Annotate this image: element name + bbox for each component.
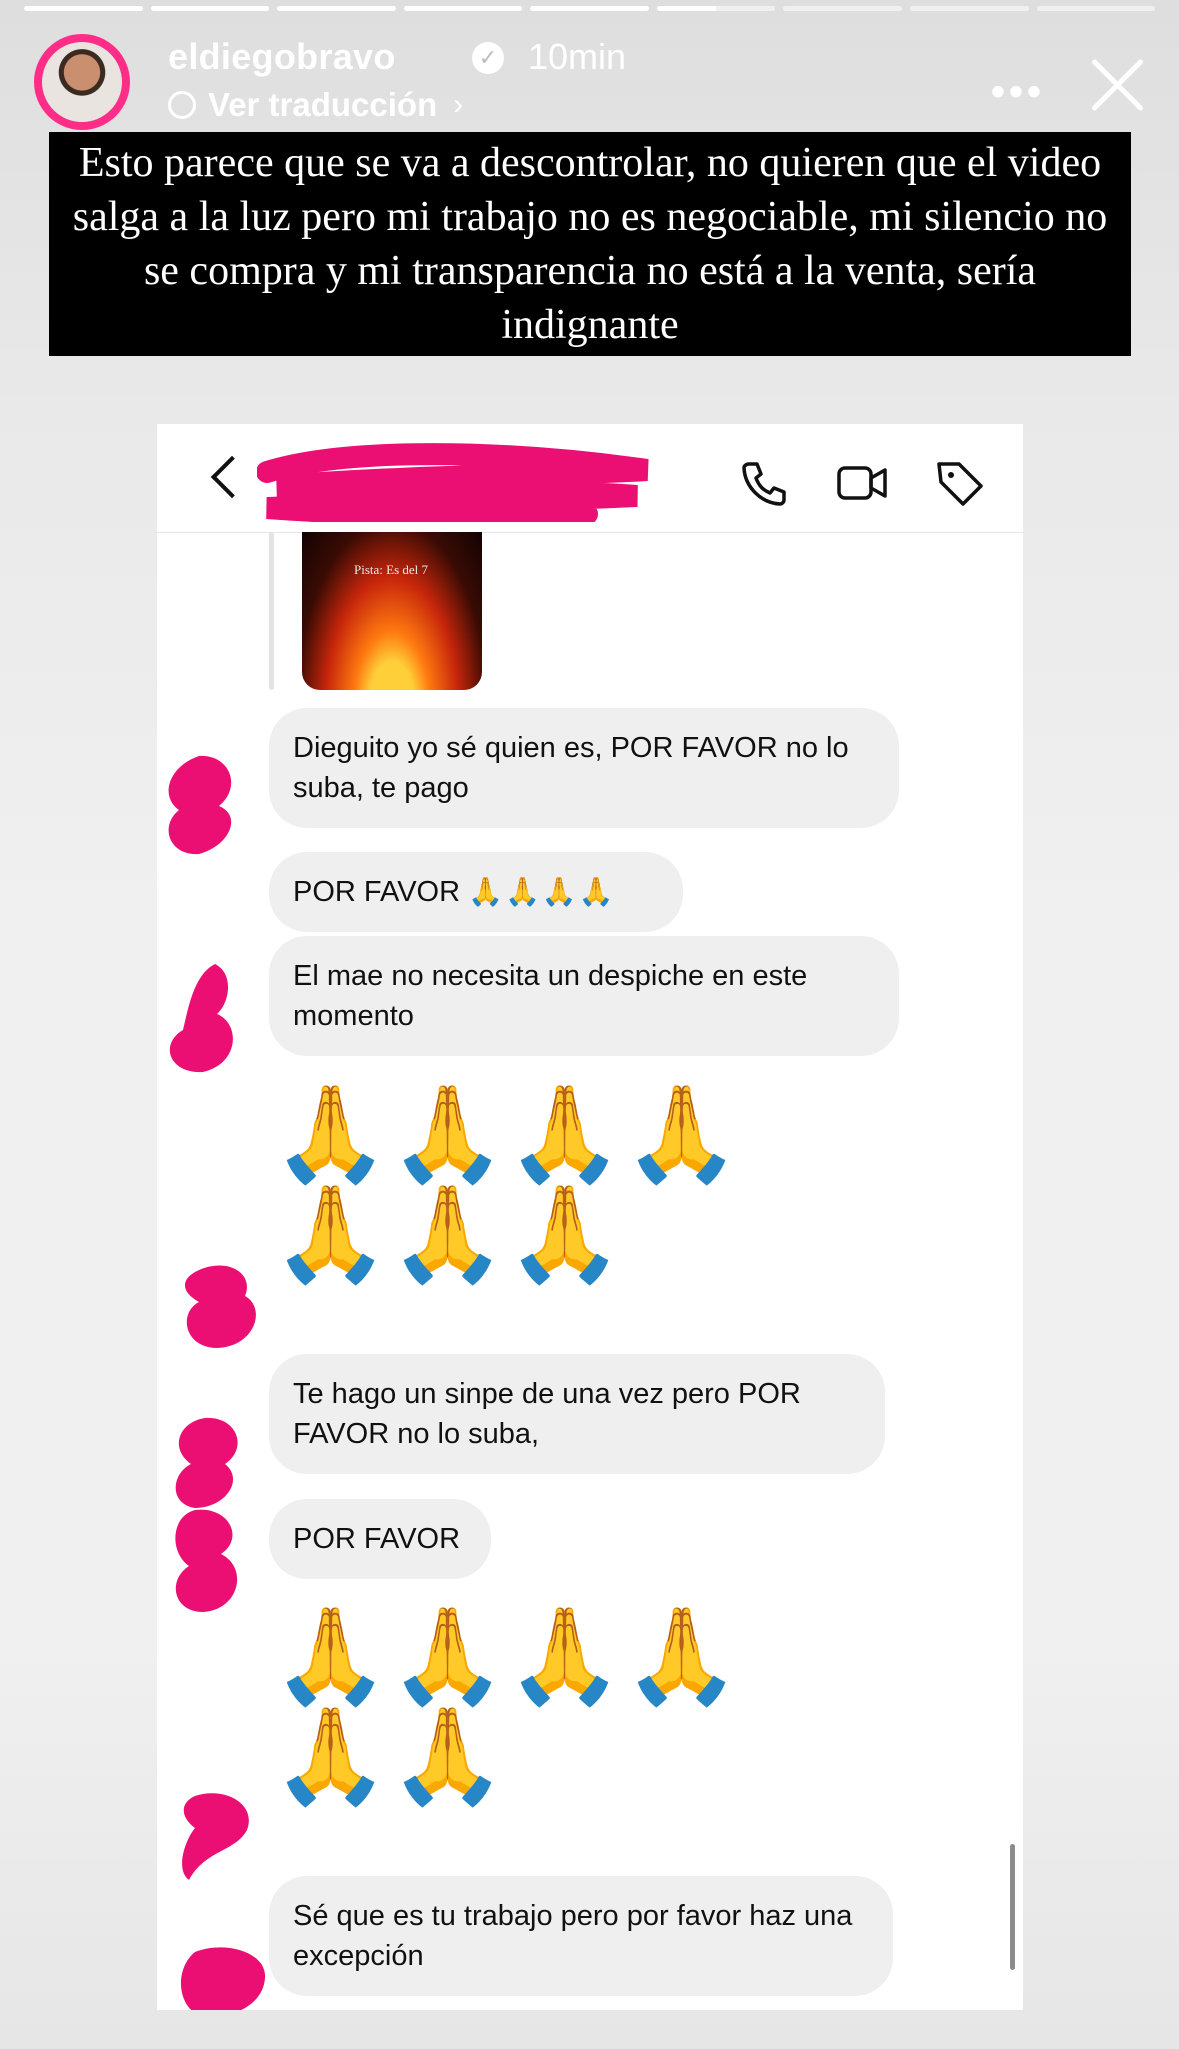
progress-segment — [656, 6, 776, 11]
progress-segment — [150, 6, 270, 11]
translate-label: Ver traducción — [208, 86, 438, 123]
message-text: El mae no necesita un despiche en este m… — [293, 960, 808, 1032]
back-icon[interactable] — [210, 455, 254, 499]
emoji-message: 🙏🙏🙏🙏🙏🙏 — [272, 1606, 832, 1806]
message-bubble: Te hago un sinpe de una vez pero POR FAV… — [269, 1354, 885, 1474]
story-header: eldiegobravo ✓ 10min Ver traducción › ••… — [34, 34, 1149, 134]
story-caption: Esto parece que se va a descontrolar, no… — [49, 132, 1131, 356]
emoji-message: 🙏🙏🙏🙏🙏🙏🙏 — [272, 1084, 832, 1284]
reply-indicator-line — [269, 532, 274, 690]
shared-story-thumbnail[interactable]: Pista: Es del 7 — [302, 532, 482, 690]
progress-segment — [530, 6, 649, 11]
progress-fill — [277, 6, 396, 11]
verified-badge-icon: ✓ — [472, 42, 504, 74]
video-call-icon[interactable] — [835, 456, 889, 510]
message-text: POR FAVOR — [293, 1523, 461, 1555]
message-bubble: POR FAVOR — [269, 1499, 491, 1579]
pray-emoji: 🙏🙏🙏🙏🙏🙏 — [272, 1603, 741, 1808]
progress-segment — [403, 6, 523, 11]
redaction-scribble — [181, 1947, 266, 2010]
message-text: Dieguito yo sé quien es, POR FAVOR no lo… — [293, 732, 849, 804]
progress-fill — [403, 6, 523, 11]
message-text: Te hago un sinpe de una vez pero POR FAV… — [293, 1378, 801, 1450]
message-bubble: El mae no necesita un despiche en este m… — [269, 936, 899, 1056]
phone-icon[interactable] — [737, 456, 791, 510]
dm-screenshot: Pista: Es del 7 Dieguito yo sé quien es,… — [157, 424, 1023, 2010]
redaction-scribble — [168, 755, 232, 855]
scrollbar-thumb[interactable] — [1010, 1844, 1015, 1970]
redaction-scribble — [182, 1793, 249, 1880]
message-bubble: Dieguito yo sé quien es, POR FAVOR no lo… — [269, 708, 899, 828]
username[interactable]: eldiegobravo — [168, 36, 396, 78]
more-options-icon[interactable]: ••• — [991, 70, 1045, 115]
redaction-scribble — [169, 964, 233, 1073]
post-time: 10min — [528, 36, 627, 77]
progress-segment — [1036, 6, 1156, 11]
progress-fill — [150, 6, 270, 11]
redaction-scribble — [257, 443, 649, 522]
progress-segment — [24, 6, 143, 11]
pray-emoji: 🙏🙏🙏🙏🙏🙏🙏 — [272, 1081, 741, 1286]
avatar[interactable] — [34, 34, 130, 130]
tag-icon[interactable] — [933, 456, 987, 510]
message-text: POR FAVOR — [293, 876, 461, 908]
chevron-right-icon: › — [453, 88, 464, 121]
redaction-scribble — [175, 1509, 238, 1612]
story-progress-bar — [24, 6, 1156, 11]
message-bubble: Sé que es tu trabajo pero por favor haz … — [269, 1876, 893, 1996]
close-icon[interactable] — [1085, 52, 1149, 116]
translate-link[interactable]: Ver traducción › — [168, 86, 463, 124]
progress-fill — [24, 6, 143, 11]
progress-segment — [909, 6, 1029, 11]
progress-segment — [783, 6, 902, 11]
shared-story-text: Pista: Es del 7 — [354, 562, 429, 577]
progress-segment — [277, 6, 396, 11]
pray-emoji-text: 🙏🙏🙏🙏 — [468, 876, 616, 907]
progress-fill — [656, 6, 717, 11]
progress-fill — [530, 6, 649, 11]
avatar-image — [42, 42, 122, 122]
message-bubble: POR FAVOR 🙏🙏🙏🙏 — [269, 852, 683, 932]
message-text: Sé que es tu trabajo pero por favor haz … — [293, 1900, 853, 1972]
dm-header — [157, 424, 1023, 533]
redaction-scribble — [184, 1265, 256, 1348]
translate-bubble-icon — [168, 91, 196, 119]
